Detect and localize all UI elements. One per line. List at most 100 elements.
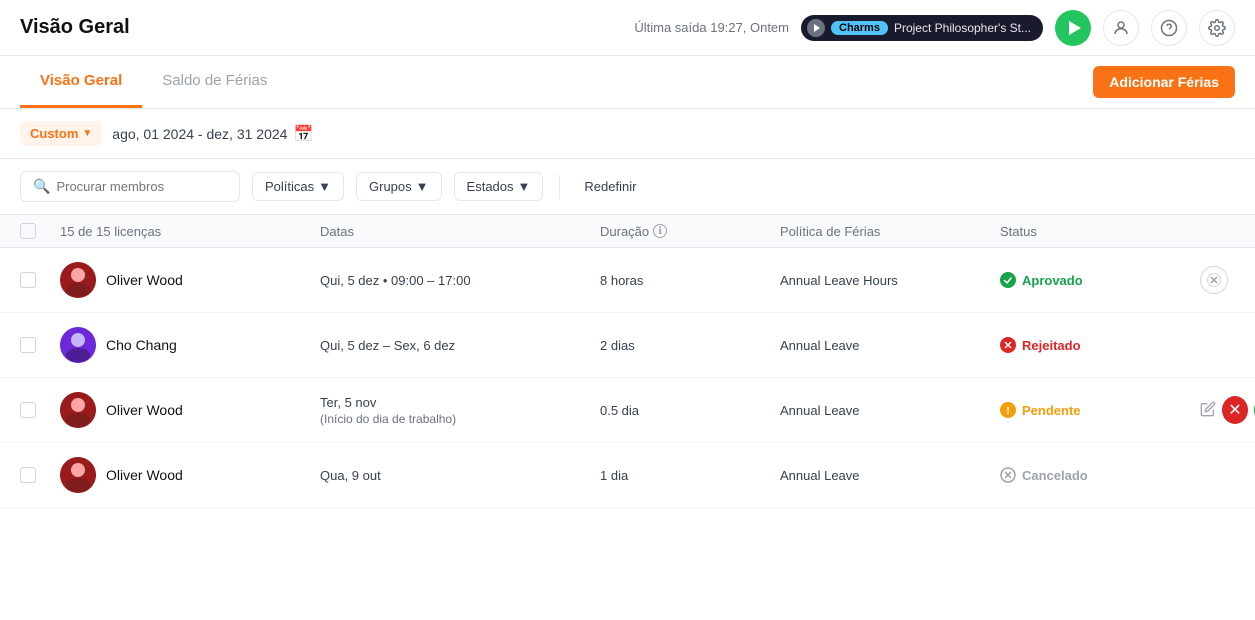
header-checkbox[interactable]	[20, 223, 36, 239]
row2-status-icon	[1000, 337, 1016, 353]
row4-member-name: Oliver Wood	[106, 467, 183, 483]
table-body: Oliver Wood Qui, 5 dez • 09:00 – 17:00 8…	[0, 248, 1255, 508]
row3-checkbox-area	[20, 402, 60, 418]
date-filter-bar: Custom ▼ ago, 01 2024 - dez, 31 2024 📅	[0, 109, 1255, 159]
header-checkbox-area	[20, 223, 60, 239]
row3-status: ! Pendente	[1000, 402, 1200, 418]
table-header: 15 de 15 licenças Datas Duração ℹ Políti…	[0, 215, 1255, 248]
custom-filter-button[interactable]: Custom ▼	[20, 121, 102, 146]
policies-caret-icon: ▼	[318, 179, 331, 194]
tag-charms-label: Charms	[831, 21, 888, 35]
table-row: Oliver Wood Ter, 5 nov (Início do dia de…	[0, 378, 1255, 443]
tag-play-icon	[807, 19, 825, 37]
row2-member: Cho Chang	[60, 327, 320, 363]
tabs-bar: Visão Geral Saldo de Férias Adicionar Fé…	[0, 56, 1255, 109]
row1-date-main: Qui, 5 dez • 09:00 – 17:00	[320, 273, 600, 288]
policies-filter-label: Políticas	[265, 179, 314, 194]
row4-status-icon	[1000, 467, 1016, 483]
states-caret-icon: ▼	[518, 179, 531, 194]
row4-member: Oliver Wood	[60, 457, 320, 493]
svg-text:!: !	[1006, 406, 1009, 417]
row2-date: Qui, 5 dez – Sex, 6 dez	[320, 338, 600, 353]
row1-actions	[1200, 266, 1255, 294]
groups-caret-icon: ▼	[416, 179, 429, 194]
tab-list: Visão Geral Saldo de Férias	[20, 56, 287, 108]
table-row: Oliver Wood Qui, 5 dez • 09:00 – 17:00 8…	[0, 248, 1255, 313]
calendar-icon[interactable]: 📅	[293, 124, 313, 144]
col-duration-label: Duração	[600, 224, 649, 239]
row2-checkbox-area	[20, 337, 60, 353]
row2-member-name: Cho Chang	[106, 337, 177, 353]
settings-button[interactable]	[1199, 10, 1235, 46]
row3-duration: 0.5 dia	[600, 403, 780, 418]
row3-policy: Annual Leave	[780, 403, 1000, 418]
states-filter-button[interactable]: Estados ▼	[454, 172, 544, 201]
col-status-label: Status	[1000, 224, 1037, 239]
table-row: Cho Chang Qui, 5 dez – Sex, 6 dez 2 dias…	[0, 313, 1255, 378]
last-exit-label: Última saída 19:27, Ontem	[634, 20, 789, 35]
page-title: Visão Geral	[20, 16, 130, 39]
top-bar-right: Última saída 19:27, Ontem Charms Project…	[634, 10, 1235, 46]
groups-filter-button[interactable]: Grupos ▼	[356, 172, 442, 201]
row2-policy: Annual Leave	[780, 338, 1000, 353]
help-button[interactable]	[1151, 10, 1187, 46]
row2-avatar	[60, 327, 96, 363]
custom-caret-icon: ▼	[82, 128, 92, 139]
row2-duration: 2 dias	[600, 338, 780, 353]
row2-date-main: Qui, 5 dez – Sex, 6 dez	[320, 338, 600, 353]
duration-info-icon[interactable]: ℹ	[653, 224, 667, 238]
row3-status-icon: !	[1000, 402, 1016, 418]
row3-member: Oliver Wood	[60, 392, 320, 428]
play-button[interactable]	[1055, 10, 1091, 46]
custom-filter-label: Custom	[30, 126, 78, 141]
row1-date: Qui, 5 dez • 09:00 – 17:00	[320, 273, 600, 288]
row4-status: Cancelado	[1000, 467, 1200, 483]
row1-checkbox-area	[20, 272, 60, 288]
row3-edit-button[interactable]	[1200, 401, 1216, 420]
row4-checkbox[interactable]	[20, 467, 36, 483]
row3-date: Ter, 5 nov (Início do dia de trabalho)	[320, 395, 600, 426]
row3-avatar	[60, 392, 96, 428]
search-input[interactable]	[56, 179, 227, 194]
col-policy-label: Política de Férias	[780, 224, 880, 239]
row3-actions: ✕ ✓	[1200, 396, 1255, 424]
col-status: Status	[1000, 224, 1200, 239]
col-dates: Datas	[320, 224, 600, 239]
project-tag[interactable]: Charms Project Philosopher's St...	[801, 15, 1043, 41]
tab-visao-geral[interactable]: Visão Geral	[20, 56, 142, 108]
row3-checkbox[interactable]	[20, 402, 36, 418]
filter-divider	[559, 175, 560, 199]
row3-reject-button[interactable]: ✕	[1222, 396, 1248, 424]
row2-checkbox[interactable]	[20, 337, 36, 353]
reset-button[interactable]: Redefinir	[576, 173, 644, 200]
groups-filter-label: Grupos	[369, 179, 412, 194]
search-icon: 🔍	[33, 178, 50, 195]
col-member-label: 15 de 15 licenças	[60, 224, 161, 239]
search-box: 🔍	[20, 171, 240, 202]
user-button[interactable]	[1103, 10, 1139, 46]
row4-policy: Annual Leave	[780, 468, 1000, 483]
row1-duration: 8 horas	[600, 273, 780, 288]
policies-filter-button[interactable]: Políticas ▼	[252, 172, 344, 201]
row4-duration: 1 dia	[600, 468, 780, 483]
col-duration: Duração ℹ	[600, 224, 780, 239]
col-member: 15 de 15 licenças	[60, 224, 320, 239]
row1-close-button[interactable]	[1200, 266, 1228, 294]
row1-checkbox[interactable]	[20, 272, 36, 288]
row4-status-label: Cancelado	[1022, 468, 1088, 483]
row1-avatar	[60, 262, 96, 298]
search-filter-bar: 🔍 Políticas ▼ Grupos ▼ Estados ▼ Redefin…	[0, 159, 1255, 215]
row4-checkbox-area	[20, 467, 60, 483]
row3-date-sub: (Início do dia de trabalho)	[320, 412, 600, 426]
tab-saldo-ferias[interactable]: Saldo de Férias	[142, 56, 287, 108]
row2-status: Rejeitado	[1000, 337, 1200, 353]
row3-member-name: Oliver Wood	[106, 402, 183, 418]
tag-project-name: Project Philosopher's St...	[894, 21, 1031, 35]
row4-avatar	[60, 457, 96, 493]
row3-status-label: Pendente	[1022, 403, 1081, 418]
row1-member: Oliver Wood	[60, 262, 320, 298]
row1-status: Aprovado	[1000, 272, 1200, 288]
add-ferias-button[interactable]: Adicionar Férias	[1093, 66, 1235, 98]
date-range-display: ago, 01 2024 - dez, 31 2024 📅	[112, 124, 313, 144]
row4-date: Qua, 9 out	[320, 468, 600, 483]
